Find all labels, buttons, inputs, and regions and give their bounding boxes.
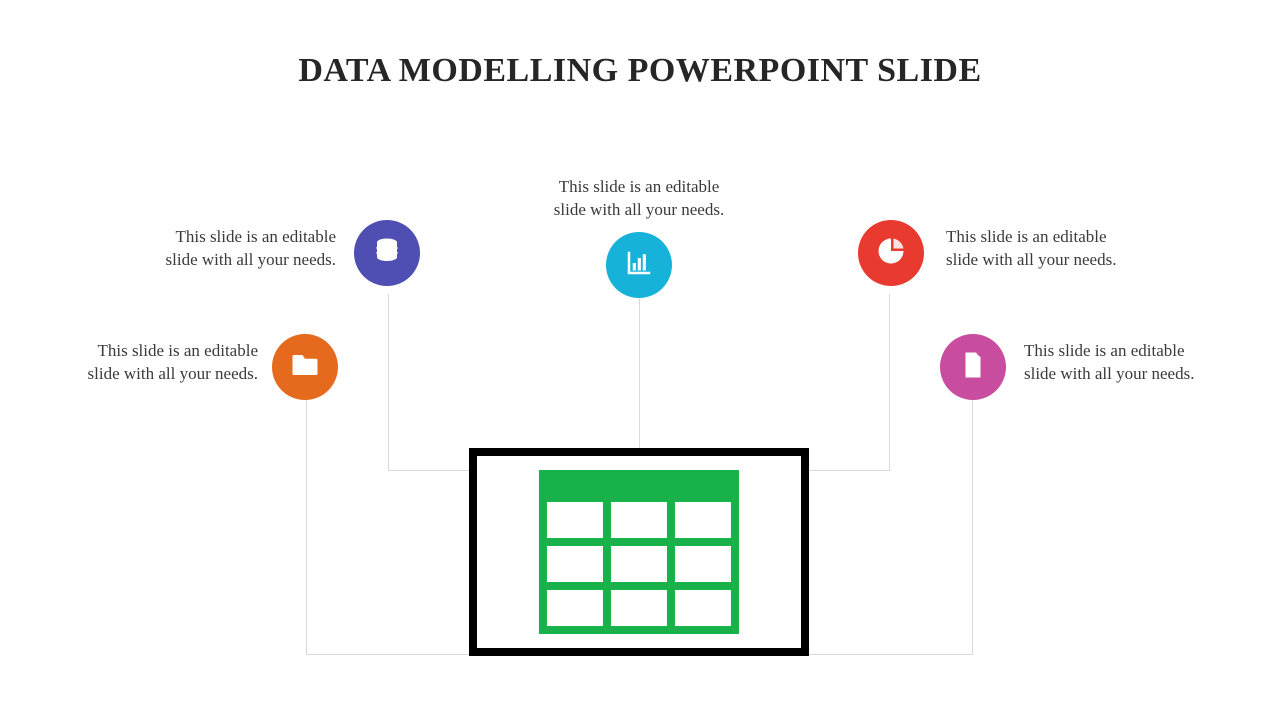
connector-line (639, 298, 640, 448)
node-3-caption-line2: slide with all your needs. (554, 200, 724, 219)
node-4-caption-line1: This slide is an editable (946, 227, 1107, 246)
connector-line (889, 294, 890, 470)
connector-line (972, 400, 973, 654)
node-2-caption-line1: This slide is an editable (175, 227, 336, 246)
node-4-caption-line2: slide with all your needs. (946, 250, 1116, 269)
connector-line (388, 470, 470, 471)
node-1-caption: This slide is an editable slide with all… (48, 340, 258, 386)
pie-chart-icon (876, 236, 906, 271)
node-3-caption-line1: This slide is an editable (559, 177, 720, 196)
connector-line (808, 470, 890, 471)
central-spreadsheet-box (469, 448, 809, 656)
node-3-circle (606, 232, 672, 298)
folder-icon (290, 350, 320, 385)
node-2-caption: This slide is an editable slide with all… (126, 226, 336, 272)
slide-title: DATA MODELLING POWERPOINT SLIDE (0, 52, 1280, 90)
connector-line (306, 654, 470, 655)
node-2-caption-line2: slide with all your needs. (166, 250, 336, 269)
node-5-circle (940, 334, 1006, 400)
node-1-circle (272, 334, 338, 400)
node-1-caption-line2: slide with all your needs. (88, 364, 258, 383)
document-icon (958, 350, 988, 385)
database-icon (372, 236, 402, 271)
node-4-circle (858, 220, 924, 286)
node-5-caption: This slide is an editable slide with all… (1024, 340, 1234, 386)
node-5-caption-line1: This slide is an editable (1024, 341, 1185, 360)
spreadsheet-icon (539, 470, 739, 634)
connector-line (808, 654, 973, 655)
node-1-caption-line1: This slide is an editable (97, 341, 258, 360)
node-3-caption: This slide is an editable slide with all… (534, 176, 744, 222)
node-2-circle (354, 220, 420, 286)
node-4-caption: This slide is an editable slide with all… (946, 226, 1156, 272)
bar-chart-icon (624, 248, 654, 283)
node-5-caption-line2: slide with all your needs. (1024, 364, 1194, 383)
connector-line (388, 294, 389, 470)
connector-line (306, 400, 307, 654)
